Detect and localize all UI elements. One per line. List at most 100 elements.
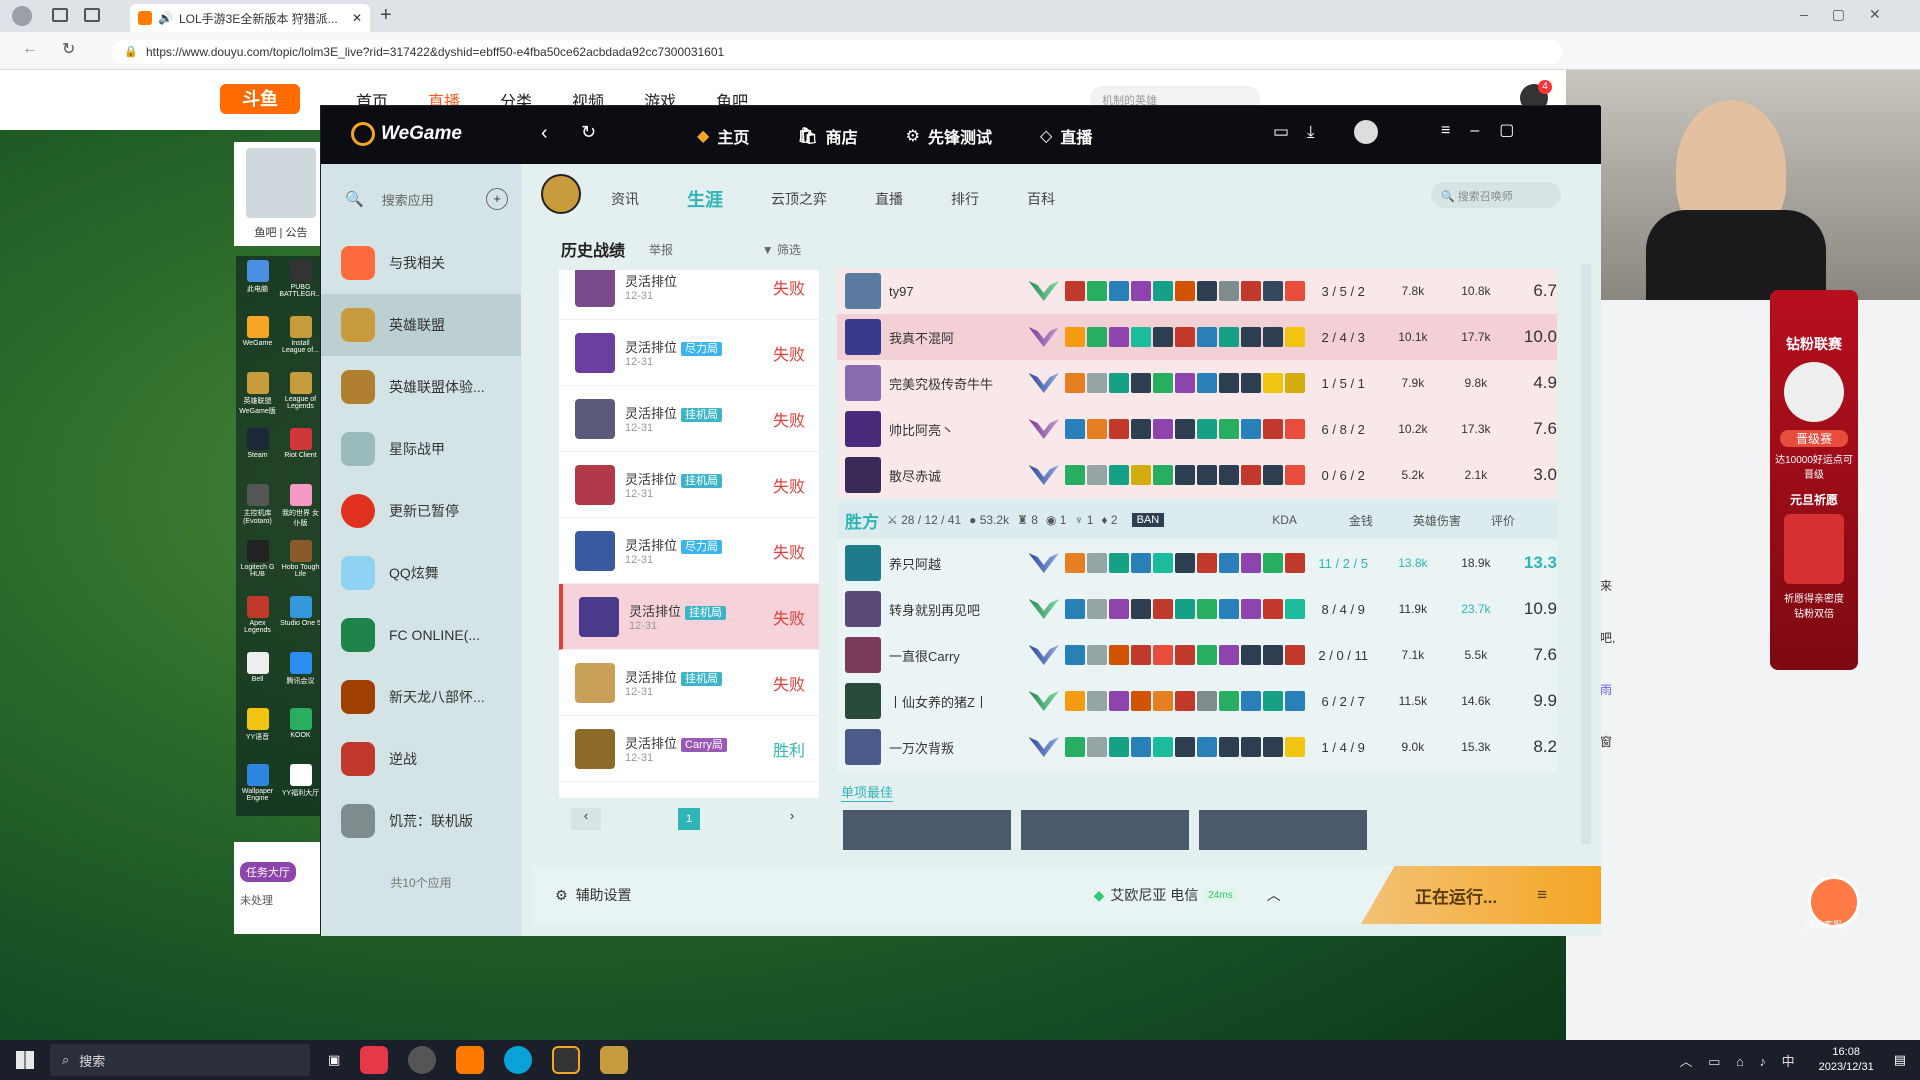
douyu-logo[interactable]: 斗鱼 (220, 84, 300, 114)
toolbar-icons[interactable]: ▭⤓ (1273, 122, 1333, 142)
sidebar-item-lol-pbe[interactable]: 英雄联盟体验... (321, 356, 521, 418)
nav-store[interactable]: 🛍 商店 (797, 124, 857, 148)
ban-button[interactable]: BAN (1131, 513, 1165, 527)
player-row[interactable]: 完美究极传奇牛牛 1 / 5 / 1 7.9k 9.8k 4.9 (837, 360, 1557, 406)
url-input[interactable]: 🔒 https://www.douyu.com/topic/lolm3E_liv… (112, 40, 1562, 64)
best-card[interactable] (1021, 810, 1189, 850)
refresh-icon[interactable]: ↻ (62, 39, 75, 59)
audio-icon[interactable]: 🔊 (158, 11, 173, 25)
desktop-icon[interactable]: Wallpaper Engine (236, 760, 279, 816)
running-button[interactable]: 正在运行... ≡ (1361, 866, 1601, 924)
best-card[interactable] (1199, 810, 1367, 850)
detail-scrollbar[interactable] (1581, 264, 1591, 844)
desktop-icon[interactable]: 腾讯会议 (279, 648, 322, 704)
sidebar-item-related[interactable]: 与我相关 (321, 232, 521, 294)
tab-tft[interactable]: 云顶之弈 (771, 189, 827, 209)
desktop-icon[interactable]: Install League of... (279, 312, 322, 368)
steam-icon[interactable] (408, 1046, 437, 1074)
history-item[interactable]: 灵活排位 12-31 失败 (559, 270, 819, 320)
desktop-icon[interactable]: KOOK (279, 704, 322, 760)
sidebar-item-qqdance[interactable]: QQ炫舞 (321, 542, 521, 604)
history-item[interactable]: 灵活排位 尽力局 12-31 失败 (559, 320, 819, 386)
col-score[interactable]: 评价 (1491, 512, 1515, 529)
desktop-icon[interactable]: Studio One 5 (279, 592, 322, 648)
tab-news[interactable]: 资讯 (611, 189, 639, 209)
best-card[interactable] (843, 810, 1011, 850)
add-app-icon[interactable]: + (486, 188, 508, 210)
desktop-icon[interactable]: 英雄联盟 WeGame版 (236, 368, 279, 424)
tray-icons[interactable]: ︿ ▭ ⌂ ♪ 中 (1680, 1051, 1801, 1070)
lol-logo[interactable] (541, 174, 581, 214)
tab-career[interactable]: 生涯 (687, 186, 723, 212)
player-row[interactable]: 丨仙女养的猪Z丨 6 / 2 / 7 11.5k 14.6k 9.9 (837, 678, 1557, 724)
edge-icon[interactable] (504, 1046, 533, 1074)
wegame-logo[interactable]: WeGame (351, 122, 462, 146)
sidebar-item-dst[interactable]: 饥荒：联机版 (321, 790, 521, 852)
desktop-icon[interactable]: League of Legends (279, 368, 322, 424)
desktop-icon[interactable]: 主控机库 (Evotaro) (236, 480, 279, 536)
server-indicator[interactable]: ◆ 艾欧尼亚 电信 24ms (1094, 885, 1237, 905)
profile-icon[interactable] (12, 6, 32, 26)
back-icon[interactable]: ← (22, 40, 38, 58)
single-best-title[interactable]: 单项最佳 (841, 782, 894, 802)
netease-music-icon[interactable] (360, 1046, 389, 1074)
desktop-icon[interactable]: YY语音 (236, 704, 279, 760)
sidebar-item-fconline[interactable]: FC ONLINE(... (321, 604, 521, 666)
player-row[interactable]: 散尽赤诚 0 / 6 / 2 5.2k 2.1k 3.0 (837, 452, 1557, 498)
tab-rank[interactable]: 排行 (951, 189, 979, 209)
history-item[interactable]: 灵活排位 尽力局 12-31 失败 (559, 518, 819, 584)
history-item[interactable]: 灵活排位 挂机局 12-31 失败 (559, 452, 819, 518)
player-row[interactable]: 转身就别再见吧 8 / 4 / 9 11.9k 23.7k 10.9 (837, 586, 1557, 632)
col-dmg[interactable]: 英雄伤害 (1413, 512, 1461, 529)
browser-tab-active[interactable]: 🔊 LOL手游3E全新版本 狩猎派... ✕ (130, 4, 370, 32)
clock[interactable]: 16:08 2023/12/31 (1819, 1045, 1874, 1075)
col-gold[interactable]: 金钱 (1349, 512, 1373, 529)
desktop-icon[interactable]: 此电脑 (236, 256, 279, 312)
fan-league-ad[interactable]: 钻粉联赛 晋级赛 达10000好运点可晋级 元旦祈愿 祈愿得亲密度 钻粉双倍 (1770, 290, 1858, 670)
windows-start-icon[interactable] (16, 1051, 34, 1069)
sidebar-item-cf[interactable]: 更新已暂停 (321, 480, 521, 542)
wegame-window-controls[interactable]: ≡–▢ (1441, 120, 1534, 140)
report-link[interactable]: 举报 (649, 241, 673, 258)
close-tab-icon[interactable]: ✕ (352, 11, 362, 25)
prev-page-icon[interactable]: ‹ (571, 808, 601, 830)
desktop-icon[interactable]: WeGame (236, 312, 279, 368)
nav-home[interactable]: ◆ 主页 (697, 124, 749, 148)
sidebar-item-lol[interactable]: 英雄联盟 (321, 294, 521, 356)
history-item[interactable]: 灵活排位 挂机局 12-31 失败 (559, 386, 819, 452)
app-search[interactable]: 🔍 搜索应用 + (333, 182, 508, 216)
sidebar-item-warframe[interactable]: 星际战甲 (321, 418, 521, 480)
sidebar-item-tlbb[interactable]: 新天龙八部怀... (321, 666, 521, 728)
streamer-card[interactable]: 鱼吧 | 公告 (234, 142, 328, 246)
refresh-icon[interactable]: ↻ (581, 122, 596, 143)
douyu-icon[interactable] (456, 1046, 485, 1074)
player-row[interactable]: 一直很Carry 2 / 0 / 11 7.1k 5.5k 7.6 (837, 632, 1557, 678)
desktop-icon[interactable]: 我的世界 女仆版 (279, 480, 322, 536)
desktop-icon[interactable]: Steam (236, 424, 279, 480)
nav-pioneer[interactable]: ⚙ 先锋测试 (906, 124, 992, 148)
next-page-icon[interactable]: › (777, 808, 807, 830)
desktop-icon[interactable]: Riot Client (279, 424, 322, 480)
wegame-avatar[interactable] (1354, 120, 1378, 144)
wegame-taskbar-icon[interactable] (552, 1046, 581, 1074)
player-row[interactable]: 帅比阿亮丶 6 / 8 / 2 10.2k 17.3k 7.6 (837, 406, 1557, 452)
player-row[interactable]: 一万次背叛 1 / 4 / 9 9.0k 15.3k 8.2 (837, 724, 1557, 770)
assist-settings[interactable]: ⚙ 辅助设置 (555, 885, 632, 905)
desktop-icon[interactable]: PUBG BATTLEGR... (279, 256, 322, 312)
desktop-icon[interactable]: Hobo Tough Life (279, 536, 322, 592)
history-item[interactable]: 灵活排位 Carry局 12-31 胜利 (559, 716, 819, 782)
desktop-icon[interactable]: Bell (236, 648, 279, 704)
sidebar-item-nizhan[interactable]: 逆战 (321, 728, 521, 790)
col-kda[interactable]: KDA (1272, 513, 1297, 527)
filter-link[interactable]: ▼ 筛选 (762, 241, 801, 258)
desktop-icon[interactable]: YY福利大厅 (279, 760, 322, 816)
nav-live[interactable]: ◇ 直播 (1040, 124, 1092, 148)
menu-icon[interactable]: ≡ (1537, 885, 1547, 905)
summoner-search[interactable]: 🔍 搜索召唤师 (1431, 182, 1561, 208)
vertical-tabs-icon[interactable] (84, 8, 100, 22)
current-page[interactable]: 1 (678, 808, 700, 830)
expand-up-icon[interactable]: ︿ (1267, 885, 1281, 905)
task-hall[interactable]: 任务大厅 未处理 (234, 842, 328, 934)
player-row[interactable]: ty97 3 / 5 / 2 7.8k 10.8k 6.7 (837, 268, 1557, 314)
task-view-icon[interactable]: ▣ (328, 1052, 340, 1068)
